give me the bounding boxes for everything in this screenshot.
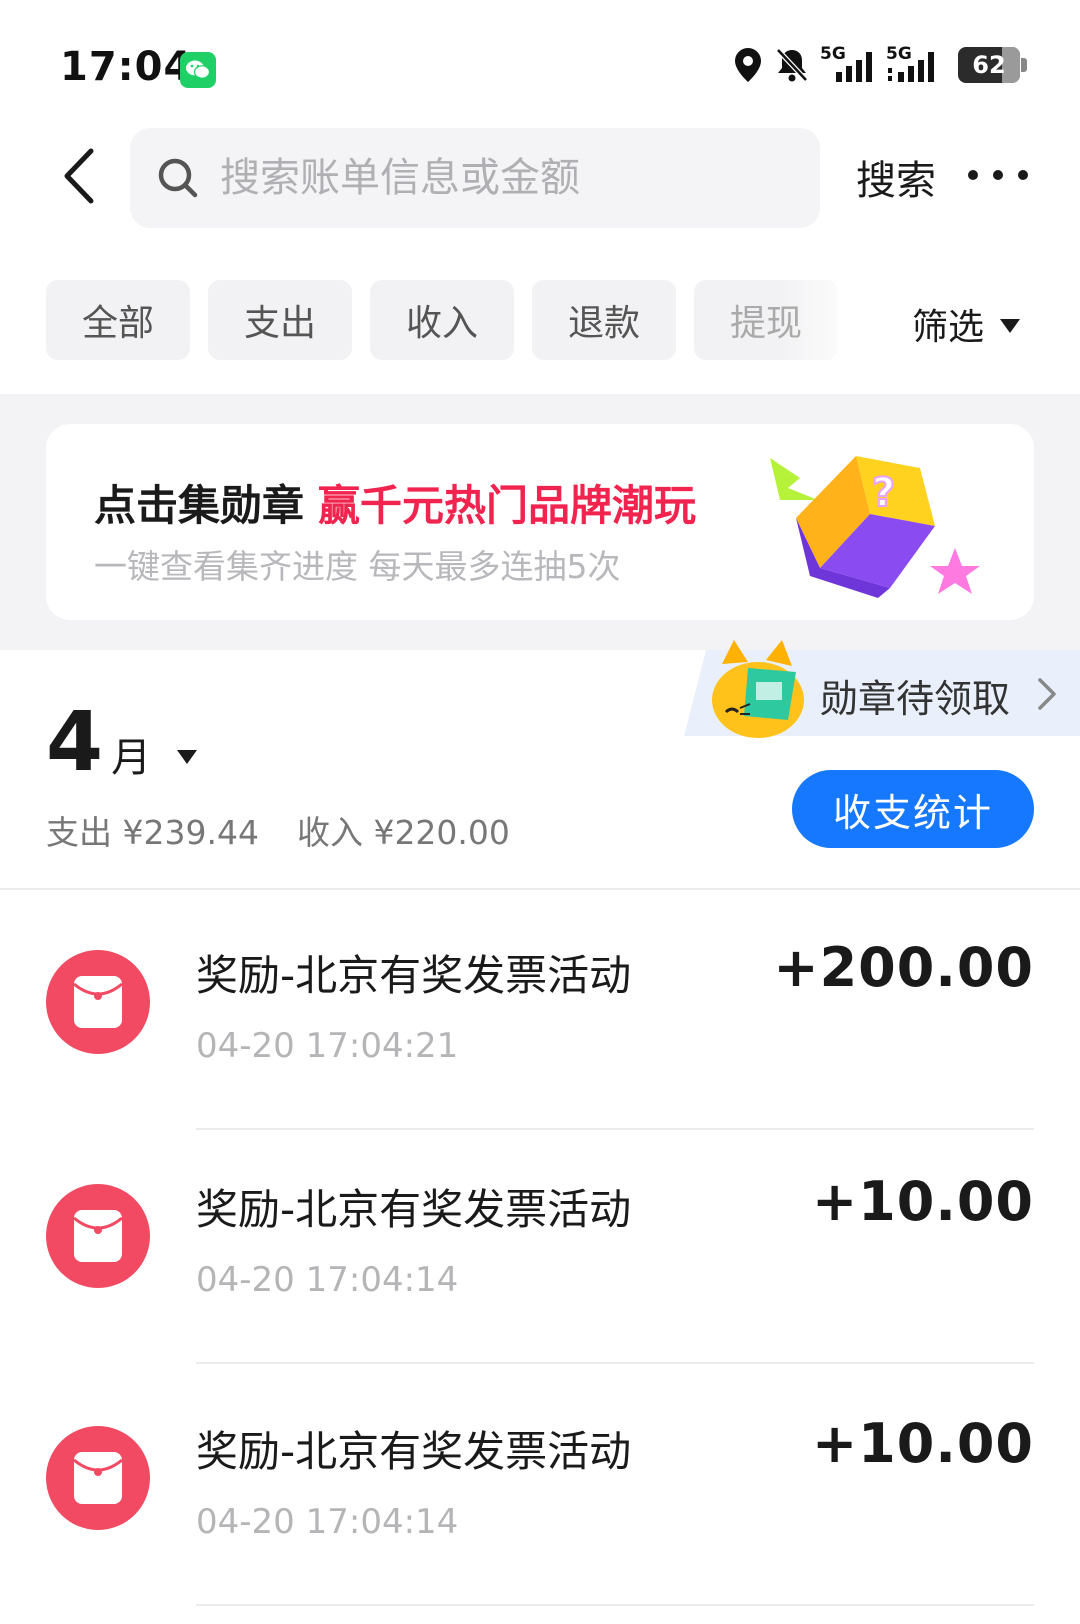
banner-title-main: 点击集勋章 <box>94 481 305 530</box>
red-envelope-icon <box>46 1184 150 1288</box>
banner-title: 点击集勋章 赢千元热门品牌潮玩 <box>94 472 696 533</box>
transaction-amount: +10.00 <box>811 1170 1034 1233</box>
mute-bell-icon <box>776 48 808 82</box>
chevron-right-icon <box>1038 678 1056 710</box>
transaction-amount: +10.00 <box>811 1412 1034 1475</box>
month-expense: 支出 ¥239.44 <box>46 813 259 852</box>
transaction-title: 奖励-北京有奖发票活动 <box>196 1185 632 1234</box>
promo-section: 点击集勋章 赢千元热门品牌潮玩 一键查看集齐进度 每天最多连抽5次 ? <box>0 394 1080 650</box>
row-divider <box>196 1604 1034 1606</box>
caret-down-icon <box>1000 319 1021 333</box>
more-dot-icon <box>993 170 1003 180</box>
bill-list-page: 17:04 5G 5G 62 搜索账单信息或金额 搜索 全部 支出 收入 退款 … <box>0 0 1080 1624</box>
transaction-row[interactable]: 奖励-北京有奖发票活动 04-20 17:04:14 +10.00 <box>0 1124 1080 1364</box>
income-expense-stats-button[interactable]: 收支统计 <box>792 770 1034 848</box>
transaction-time: 04-20 17:04:21 <box>196 1026 459 1066</box>
month-selector[interactable]: 4 月 <box>46 695 198 790</box>
search-button[interactable]: 搜索 <box>856 148 936 206</box>
filter-dropdown-label: 筛选 <box>912 307 985 348</box>
more-dot-icon <box>1018 170 1028 180</box>
back-button[interactable] <box>48 140 108 212</box>
transaction-title: 奖励-北京有奖发票活动 <box>196 951 632 1000</box>
mystery-box-icon: ? <box>770 456 980 598</box>
battery-icon: 62 <box>958 47 1027 83</box>
signal-5g-1-icon: 5G <box>820 44 876 84</box>
svg-text:?: ? <box>872 470 895 516</box>
cat-mascot-icon <box>712 640 804 738</box>
medal-pending-label: 勋章待领取 <box>820 677 1011 721</box>
filter-dropdown[interactable]: 筛选 <box>912 298 1021 350</box>
transaction-title: 奖励-北京有奖发票活动 <box>196 1427 632 1476</box>
status-time: 17:04 <box>60 44 193 90</box>
signal-5g-2-icon: 5G <box>886 44 948 84</box>
location-icon <box>735 48 761 82</box>
chevron-left-icon <box>64 148 94 204</box>
month-unit: 月 <box>111 735 152 781</box>
header: 搜索 <box>0 122 1080 230</box>
search-icon <box>158 158 198 198</box>
transaction-row[interactable]: 奖励-北京有奖发票活动 04-20 17:04:21 +200.00 <box>0 890 1080 1130</box>
status-bar: 17:04 5G 5G 62 <box>0 0 1080 120</box>
filter-bar: 全部 支出 收入 退款 提现 筛选 <box>0 280 1080 364</box>
red-envelope-icon <box>46 1426 150 1530</box>
month-totals: 支出 ¥239.44 收入 ¥220.00 <box>46 806 510 854</box>
banner-subtitle: 一键查看集齐进度 每天最多连抽5次 <box>94 547 621 586</box>
search-box[interactable] <box>130 128 820 228</box>
caret-down-icon <box>177 750 198 764</box>
battery-level: 62 <box>972 51 1006 79</box>
filter-chip-all[interactable]: 全部 <box>46 280 190 360</box>
red-envelope-icon <box>46 950 150 1054</box>
transaction-row[interactable]: 奖励-北京有奖发票活动 04-20 17:04:14 +10.00 <box>0 1366 1080 1606</box>
transaction-amount: +200.00 <box>773 936 1034 999</box>
filter-chip-income[interactable]: 收入 <box>370 280 514 360</box>
filter-chip-withdraw[interactable]: 提现 <box>694 280 838 360</box>
wechat-icon <box>180 52 216 88</box>
transaction-time: 04-20 17:04:14 <box>196 1260 459 1300</box>
month-income: 收入 ¥220.00 <box>296 813 510 852</box>
more-options-button[interactable] <box>968 160 1028 190</box>
search-input[interactable] <box>220 155 780 201</box>
month-number: 4 <box>46 695 104 790</box>
status-icons: 5G 5G 62 <box>732 44 1027 84</box>
more-dot-icon <box>968 170 978 180</box>
row-divider <box>196 1362 1034 1364</box>
filter-chip-refund[interactable]: 退款 <box>532 280 676 360</box>
promo-banner[interactable]: 点击集勋章 赢千元热门品牌潮玩 一键查看集齐进度 每天最多连抽5次 ? <box>46 424 1034 620</box>
transaction-time: 04-20 17:04:14 <box>196 1502 459 1542</box>
month-summary-section: 勋章待领取 4 月 支出 ¥239.44 收入 ¥220.00 收支统计 <box>0 640 1080 890</box>
filter-chip-expense[interactable]: 支出 <box>208 280 352 360</box>
banner-title-highlight: 赢千元热门品牌潮玩 <box>318 481 697 530</box>
